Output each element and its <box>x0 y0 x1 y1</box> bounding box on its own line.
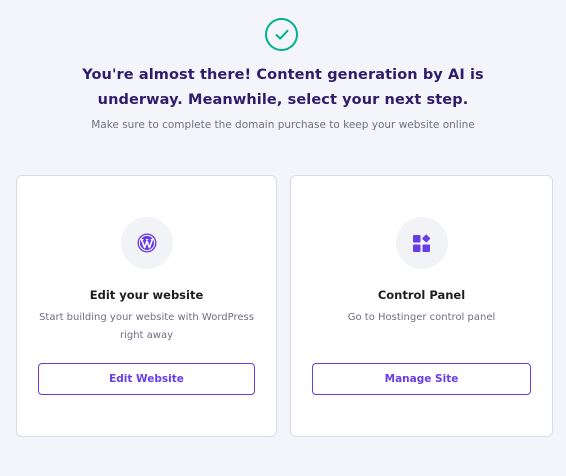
control-panel-icon <box>395 217 448 269</box>
card-title: Control Panel <box>377 288 466 302</box>
wordpress-icon <box>120 217 173 269</box>
control-panel-card: Control Panel Go to Hostinger control pa… <box>290 175 553 437</box>
card-description: Go to Hostinger control panel <box>347 312 496 323</box>
card-description: Start building your website with WordPre… <box>39 312 254 341</box>
check-icon <box>265 18 298 51</box>
card-title: Edit your website <box>89 288 204 302</box>
page-title: You're almost there! Content generation … <box>82 67 484 108</box>
page-subtitle: Make sure to complete the domain purchas… <box>91 119 475 131</box>
manage-site-button[interactable]: Manage Site <box>312 363 531 395</box>
edit-website-button[interactable]: Edit Website <box>38 363 255 395</box>
edit-website-card: Edit your website Start building your we… <box>16 175 277 437</box>
